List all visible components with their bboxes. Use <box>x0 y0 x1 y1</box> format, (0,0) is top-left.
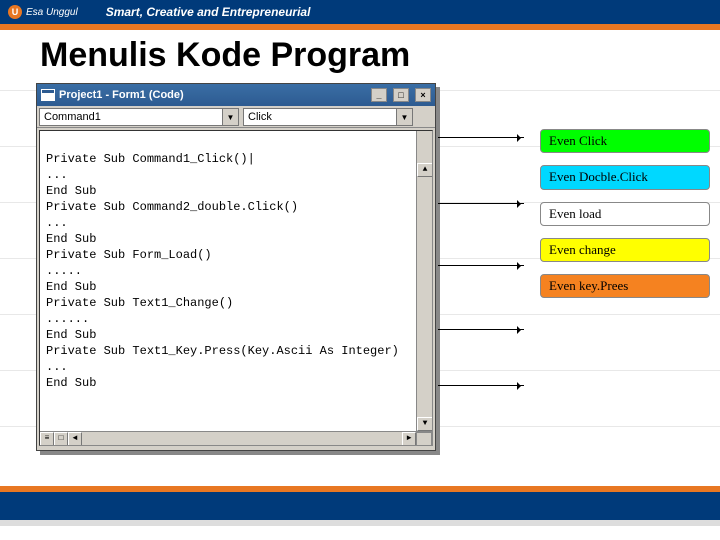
code-line: Private Sub Command2_double.Click() <box>46 200 298 214</box>
code-line: End Sub <box>46 184 96 198</box>
callout-even-load: Even load <box>540 202 710 226</box>
top-header: U Esa Unggul Smart, Creative and Entrepr… <box>0 0 720 24</box>
view-mode-button[interactable]: ≡ <box>40 432 54 446</box>
callout-even-change: Even change <box>540 238 710 262</box>
callout-list: Even Click Even Docble.Click Even load E… <box>540 129 710 310</box>
dropdown-row: Command1 ▼ Click ▼ <box>37 106 435 128</box>
code-line: ... <box>46 360 68 374</box>
logo-mark-icon: U <box>8 5 22 19</box>
chevron-down-icon: ▼ <box>222 109 238 125</box>
code-line: End Sub <box>46 280 96 294</box>
procedure-dropdown-value: Click <box>248 111 272 123</box>
object-dropdown-value: Command1 <box>44 111 101 123</box>
code-line: ... <box>46 216 68 230</box>
footer-gray-strip <box>0 520 720 526</box>
scroll-corner <box>416 432 432 446</box>
form-icon <box>41 89 55 101</box>
callout-even-keypress: Even key.Prees <box>540 274 710 298</box>
code-line: Private Sub Text1_Key.Press(Key.Ascii As… <box>46 344 399 358</box>
code-line: ...... <box>46 312 89 326</box>
arrow-icon <box>438 265 524 266</box>
slide-title: Menulis Kode Program <box>40 36 680 75</box>
procedure-dropdown[interactable]: Click ▼ <box>243 108 413 126</box>
arrow-icon <box>438 385 524 386</box>
window-title: Project1 - Form1 (Code) <box>59 89 184 101</box>
code-line: End Sub <box>46 328 96 342</box>
code-line: End Sub <box>46 376 96 390</box>
code-window: Project1 - Form1 (Code) _ □ × Command1 ▼… <box>36 83 436 451</box>
minimize-button[interactable]: _ <box>371 88 387 102</box>
titlebar: Project1 - Form1 (Code) _ □ × <box>37 84 435 106</box>
brand-logo: U Esa Unggul <box>0 5 86 19</box>
code-line: ..... <box>46 264 82 278</box>
callout-label: Even Docble.Click <box>549 169 648 184</box>
arrow-icon <box>438 137 524 138</box>
callout-label: Even change <box>549 242 616 257</box>
vertical-scrollbar[interactable]: ▲ ▼ <box>416 131 432 445</box>
code-line: Private Sub Form_Load() <box>46 248 212 262</box>
callout-label: Even key.Prees <box>549 278 628 293</box>
callout-label: Even Click <box>549 133 607 148</box>
arrow-icon <box>438 203 524 204</box>
maximize-button[interactable]: □ <box>393 88 409 102</box>
footer-bar <box>0 492 720 520</box>
code-line: Private Sub Command1_Click()| <box>46 152 255 166</box>
scroll-up-button[interactable]: ▲ <box>417 163 433 177</box>
arrow-icon <box>438 329 524 330</box>
callout-even-doubleclick: Even Docble.Click <box>540 165 710 189</box>
close-button[interactable]: × <box>415 88 431 102</box>
tagline: Smart, Creative and Entrepreneurial <box>106 5 311 19</box>
view-mode-button[interactable]: □ <box>54 432 68 446</box>
chevron-down-icon: ▼ <box>396 109 412 125</box>
code-line: ... <box>46 168 68 182</box>
callout-label: Even load <box>549 206 601 221</box>
brand-name: Esa Unggul <box>26 7 78 18</box>
callout-even-click: Even Click <box>540 129 710 153</box>
code-editor[interactable]: Private Sub Command1_Click()| ... End Su… <box>39 130 433 446</box>
code-line: End Sub <box>46 232 96 246</box>
scroll-right-button[interactable]: ► <box>402 432 416 446</box>
main-content: Project1 - Form1 (Code) _ □ × Command1 ▼… <box>0 79 720 499</box>
code-line: Private Sub Text1_Change() <box>46 296 233 310</box>
scroll-left-button[interactable]: ◄ <box>68 432 82 446</box>
object-dropdown[interactable]: Command1 ▼ <box>39 108 239 126</box>
scroll-down-button[interactable]: ▼ <box>417 417 433 431</box>
horizontal-scrollbar[interactable]: ≡ □ ◄ ► <box>40 431 432 445</box>
